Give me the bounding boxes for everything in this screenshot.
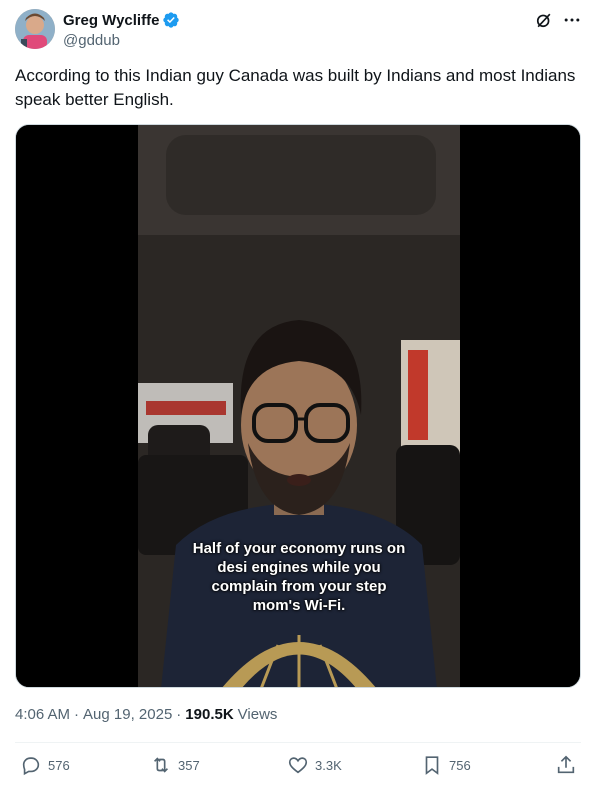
video-player[interactable]: Half of your economy runs on desi engine… bbox=[15, 124, 581, 688]
tweet-header: Greg Wycliffe @gddub bbox=[15, 8, 582, 52]
meta-separator: · bbox=[176, 706, 182, 723]
author-name-row: Greg Wycliffe bbox=[63, 11, 180, 29]
author-handle[interactable]: @gddub bbox=[63, 32, 120, 49]
verified-badge-icon bbox=[163, 12, 180, 28]
reply-button[interactable]: 576 bbox=[20, 754, 70, 776]
tweet-time[interactable]: 4:06 AM bbox=[15, 706, 70, 723]
repost-button[interactable]: 357 bbox=[150, 754, 200, 776]
bookmark-icon bbox=[425, 756, 439, 775]
share-icon bbox=[557, 755, 575, 774]
tweet-text: According to this Indian guy Canada was … bbox=[15, 66, 576, 109]
reply-count: 576 bbox=[48, 757, 70, 773]
bookmark-count: 756 bbox=[449, 757, 471, 773]
grok-icon[interactable] bbox=[534, 10, 554, 30]
like-button[interactable]: 3.3K bbox=[287, 754, 342, 776]
repost-count: 357 bbox=[178, 757, 200, 773]
tweet-meta: 4:06 AM · Aug 19, 2025 · 190.5K Views bbox=[15, 706, 277, 723]
meta-separator: · bbox=[74, 706, 80, 723]
divider bbox=[15, 742, 581, 743]
tweet-date[interactable]: Aug 19, 2025 bbox=[83, 706, 172, 723]
heart-icon bbox=[288, 757, 308, 774]
video-caption: Half of your economy runs on desi engine… bbox=[192, 540, 406, 614]
share-button[interactable] bbox=[555, 754, 577, 776]
like-count: 3.3K bbox=[315, 757, 342, 773]
reply-icon bbox=[22, 757, 40, 776]
more-options-icon[interactable] bbox=[562, 10, 582, 30]
bookmark-button[interactable]: 756 bbox=[421, 754, 471, 776]
views-label: Views bbox=[237, 706, 278, 723]
avatar[interactable] bbox=[15, 9, 55, 49]
repost-icon bbox=[153, 757, 169, 773]
views-count: 190.5K bbox=[185, 706, 234, 723]
author-name[interactable]: Greg Wycliffe bbox=[63, 12, 159, 29]
action-bar: 576 357 3.3K 756 bbox=[15, 754, 581, 782]
